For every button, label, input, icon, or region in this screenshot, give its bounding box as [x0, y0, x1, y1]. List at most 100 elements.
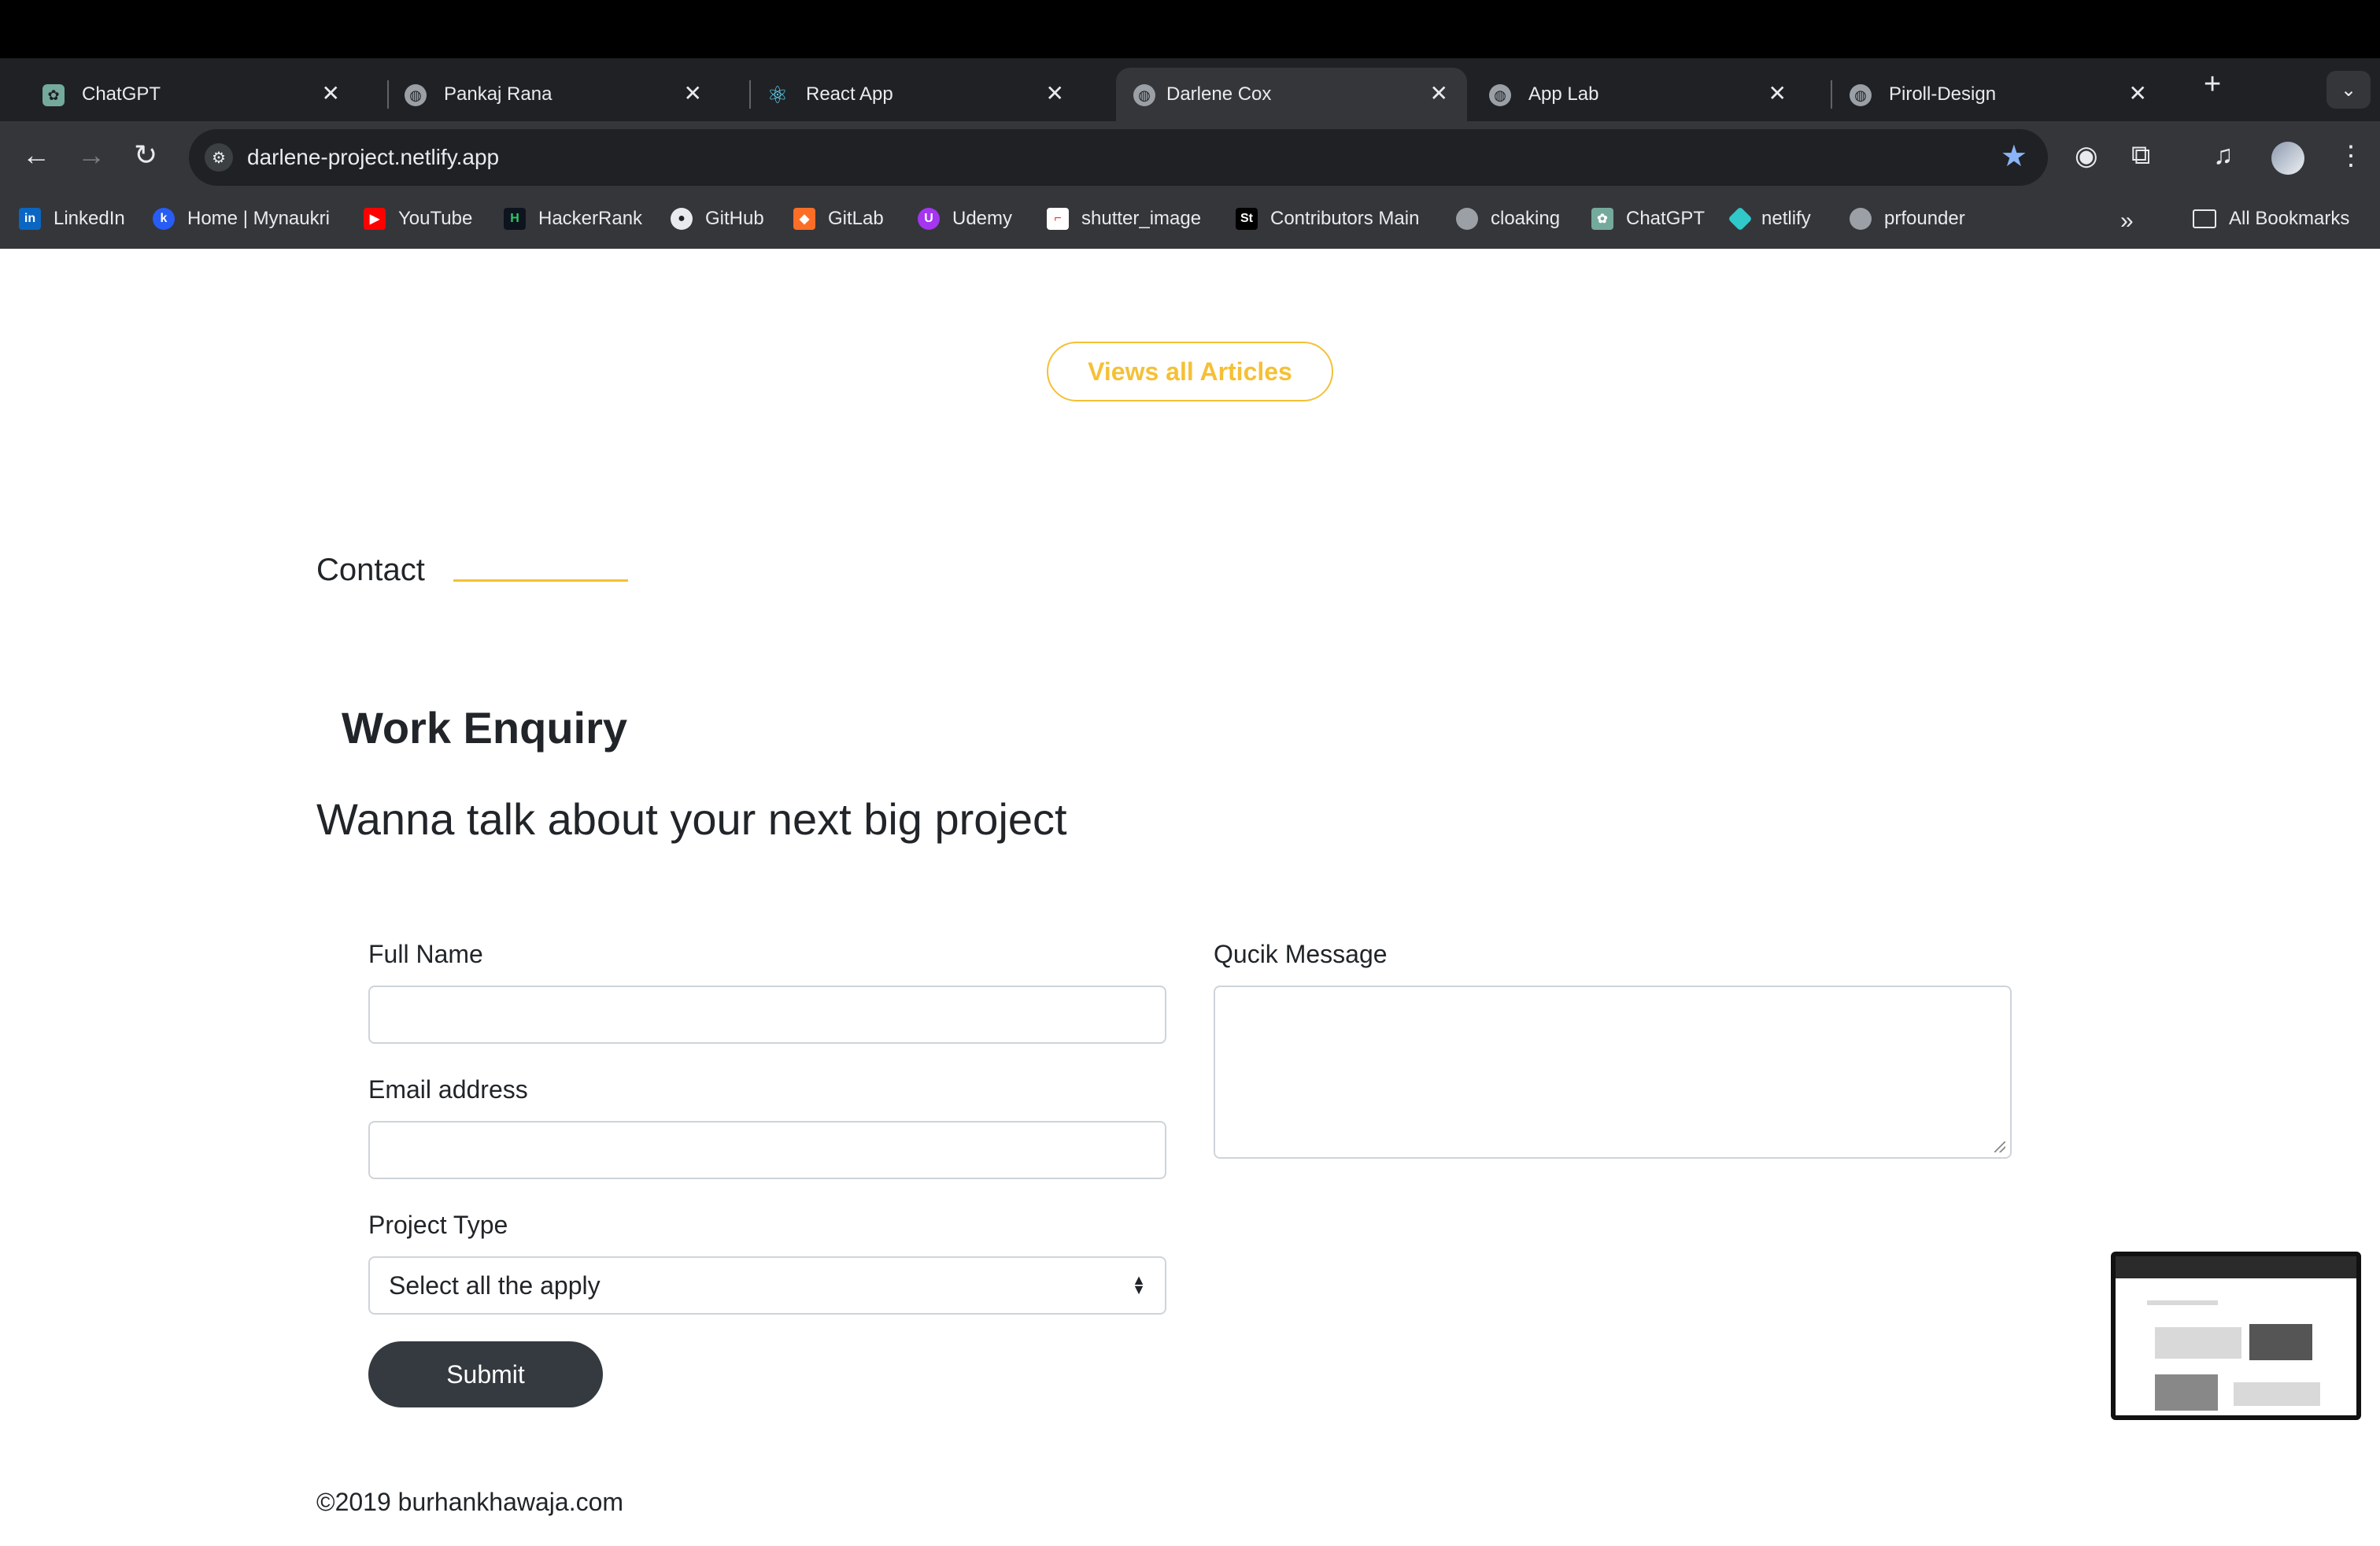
bookmark-label: prfounder — [1884, 208, 1965, 229]
bookmark-label: shutter_image — [1081, 208, 1202, 229]
tab-title: Darlene Cox — [1166, 83, 1272, 105]
thumbnail-titlebar — [2116, 1256, 2356, 1278]
thumbnail-block — [2234, 1382, 2320, 1406]
new-tab-button[interactable]: + — [2204, 68, 2221, 102]
email-input[interactable] — [368, 1121, 1166, 1179]
view-all-articles-button[interactable]: Views all Articles — [1047, 342, 1333, 401]
bookmark-label: YouTube — [398, 208, 473, 229]
bookmark-label: Udemy — [952, 208, 1013, 229]
footer-copyright: ©2019 burhankhawaja.com — [316, 1488, 624, 1516]
reload-button[interactable]: ↻ — [134, 139, 157, 172]
tab-app-lab[interactable]: ◍ App Lab ✕ — [1447, 68, 1805, 121]
bookmark-label: cloaking — [1491, 208, 1561, 229]
bookmark-github[interactable]: ● GitHub — [671, 208, 764, 230]
bookmark-udemy[interactable]: U Udemy — [918, 208, 1012, 230]
bookmarks-bar: in LinkedIn k Home | Mynaukri ▶ YouTube H Ha… — [0, 194, 2380, 249]
close-icon[interactable]: ✕ — [684, 80, 702, 106]
close-icon[interactable]: ✕ — [1046, 80, 1064, 106]
resize-handle-icon[interactable] — [1994, 1141, 2005, 1152]
thumbnail-block — [2155, 1374, 2218, 1411]
browser-toolbar: ← → ↻ ⚙ darlene-project.netlify.app ★ ◉ … — [0, 121, 2380, 194]
youtube-icon: ▶ — [364, 208, 386, 230]
shutter-image-icon: ⌐ — [1047, 208, 1069, 230]
bookmark-label: LinkedIn — [54, 208, 125, 229]
tab-strip: ✿ ChatGPT ✕ ◍ Pankaj Rana ✕ ⚛ React App … — [0, 58, 2380, 121]
tab-title: React App — [806, 83, 893, 105]
more-menu-icon[interactable]: ⋮ — [2338, 140, 2364, 172]
bookmark-star-icon[interactable]: ★ — [2001, 139, 2027, 174]
url-text: darlene-project.netlify.app — [247, 145, 500, 169]
close-icon[interactable]: ✕ — [1430, 80, 1448, 106]
bookmark-prfounder[interactable]: prfounder — [1850, 208, 1965, 230]
extension-icon[interactable]: ◉ — [2075, 140, 2098, 172]
bookmark-chatgpt[interactable]: ✿ ChatGPT — [1591, 208, 1705, 230]
tab-search-button[interactable]: ⌄ — [2326, 71, 2371, 109]
globe-icon — [1456, 208, 1478, 230]
bookmark-label: GitLab — [828, 208, 884, 229]
section-title-underline — [453, 579, 628, 582]
forward-button[interactable]: → — [77, 139, 105, 172]
tab-title: Piroll-Design — [1889, 83, 1997, 105]
thumbnail-block — [2147, 1300, 2218, 1305]
project-type-select[interactable]: Select all the apply ▲ ▼ — [368, 1256, 1166, 1315]
bookmark-youtube[interactable]: ▶ YouTube — [364, 208, 472, 230]
bookmark-linkedin[interactable]: in LinkedIn — [19, 208, 125, 230]
bookmark-cloaking[interactable]: cloaking — [1456, 208, 1560, 230]
extensions-puzzle-icon[interactable]: ⧉ — [2131, 140, 2150, 171]
section-title-contact: Contact — [316, 553, 425, 587]
submit-button[interactable]: Submit — [368, 1341, 603, 1407]
tab-react-app[interactable]: ⚛ React App ✕ — [724, 68, 1083, 121]
overflow-chevron-icon: » — [2120, 208, 2134, 234]
tab-piroll-design[interactable]: ◍ Piroll-Design ✕ — [1807, 68, 2166, 121]
bookmark-contributors-main[interactable]: St Contributors Main — [1236, 208, 1419, 230]
bookmark-label: ChatGPT — [1626, 208, 1706, 229]
bookmark-label: Contributors Main — [1270, 208, 1420, 229]
bookmark-gitlab[interactable]: ◆ GitLab — [793, 208, 884, 230]
bookmarks-overflow-button[interactable]: » — [2120, 208, 2134, 235]
full-name-input[interactable] — [368, 986, 1166, 1044]
window-preview-thumbnail[interactable] — [2111, 1252, 2361, 1420]
bookmark-label: All Bookmarks — [2229, 208, 2350, 229]
bookmark-mynaukri[interactable]: k Home | Mynaukri — [153, 208, 330, 230]
globe-icon: ◍ — [405, 84, 427, 106]
email-label: Email address — [368, 1075, 528, 1104]
tagline-heading: Wanna talk about your next big project — [316, 794, 1067, 844]
bookmark-shutter-image[interactable]: ⌐ shutter_image — [1047, 208, 1201, 230]
tab-pankaj-rana[interactable]: ◍ Pankaj Rana ✕ — [362, 68, 721, 121]
react-icon: ⚛ — [767, 82, 789, 109]
bookmark-label: GitHub — [705, 208, 764, 229]
globe-icon — [1850, 208, 1872, 230]
globe-icon: ◍ — [1850, 84, 1872, 106]
work-enquiry-heading: Work Enquiry — [342, 703, 628, 753]
bookmark-hackerrank[interactable]: H HackerRank — [504, 208, 642, 230]
address-bar[interactable]: ⚙ darlene-project.netlify.app ★ — [189, 129, 2048, 186]
menu-bar — [0, 0, 2380, 58]
thumbnail-block — [2155, 1327, 2241, 1359]
close-icon[interactable]: ✕ — [322, 80, 340, 106]
globe-icon: ◍ — [1489, 84, 1511, 106]
project-type-selected-value: Select all the apply — [389, 1270, 601, 1300]
bookmark-label: HackerRank — [538, 208, 643, 229]
all-bookmarks-button[interactable]: All Bookmarks — [2193, 208, 2349, 230]
tab-title: Pankaj Rana — [444, 83, 552, 105]
message-textarea[interactable] — [1214, 986, 2012, 1159]
back-button[interactable]: ← — [22, 139, 50, 172]
hackerrank-icon: H — [504, 208, 526, 230]
tab-darlene-cox[interactable]: ◍ Darlene Cox ✕ — [1116, 68, 1467, 121]
bookmark-netlify[interactable]: netlify — [1728, 206, 1811, 231]
site-settings-icon[interactable]: ⚙ — [205, 143, 233, 172]
chatgpt-icon: ✿ — [1591, 208, 1613, 230]
contributors-icon: St — [1236, 208, 1258, 230]
close-icon[interactable]: ✕ — [2129, 80, 2147, 106]
mynaukri-icon: k — [153, 208, 175, 230]
linkedin-icon: in — [19, 208, 41, 230]
profile-avatar[interactable] — [2271, 142, 2304, 175]
tab-chatgpt[interactable]: ✿ ChatGPT ✕ — [0, 68, 359, 121]
bookmark-label: netlify — [1761, 208, 1811, 229]
folder-icon — [2193, 209, 2216, 228]
tab-title: App Lab — [1528, 83, 1599, 105]
media-control-icon[interactable]: ♫ — [2213, 140, 2234, 171]
project-type-label: Project Type — [368, 1211, 508, 1239]
globe-icon: ◍ — [1133, 84, 1155, 106]
close-icon[interactable]: ✕ — [1768, 80, 1787, 106]
